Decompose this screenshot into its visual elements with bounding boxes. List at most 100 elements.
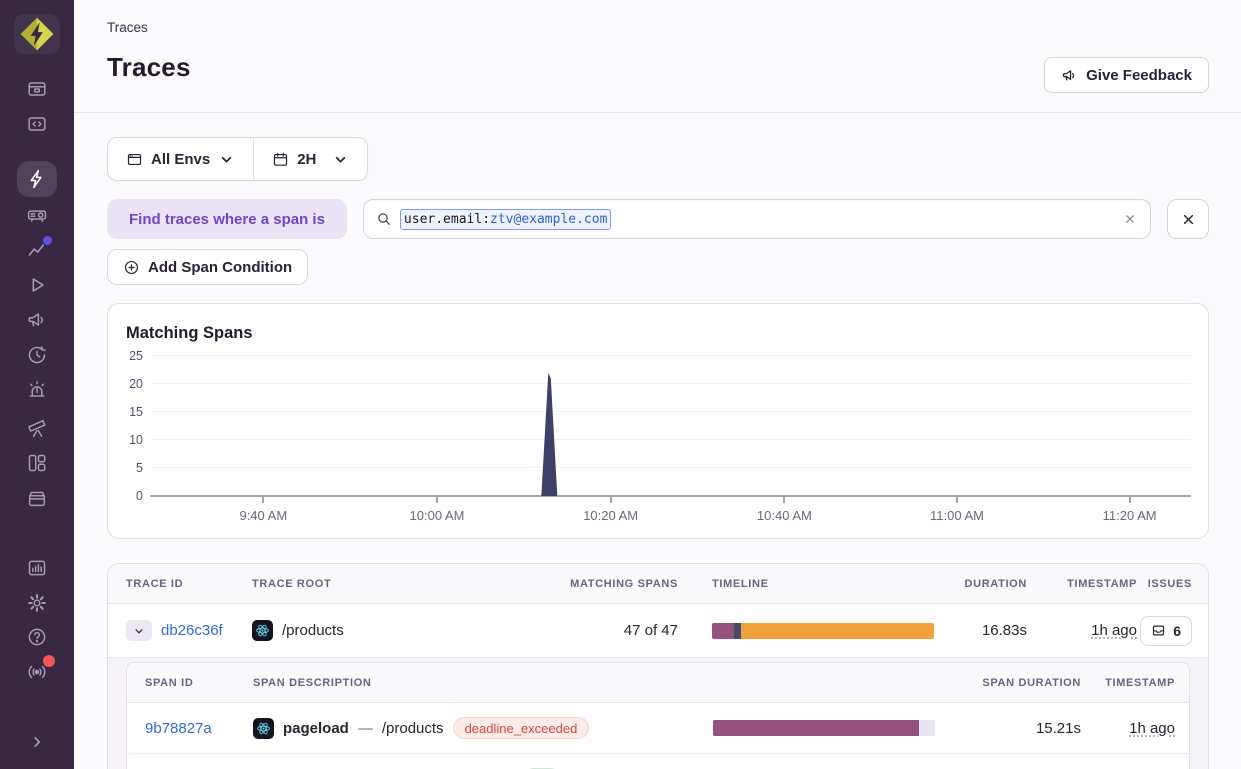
span-row: 9b78827a pageload — /products deadline_e… bbox=[127, 703, 1189, 754]
chevron-down-icon bbox=[332, 151, 349, 168]
siren-icon[interactable] bbox=[17, 373, 57, 407]
col-matching-spans: MATCHING SPANS bbox=[552, 578, 712, 590]
chevron-down-icon bbox=[218, 151, 235, 168]
breadcrumb[interactable]: Traces bbox=[107, 20, 1209, 35]
layout-grid-icon[interactable] bbox=[17, 446, 57, 480]
help-icon[interactable] bbox=[17, 620, 57, 654]
x-axis-label: 10:00 AM bbox=[410, 508, 465, 523]
give-feedback-button[interactable]: Give Feedback bbox=[1044, 57, 1209, 93]
col-span-timestamp: TIMESTAMP bbox=[1081, 677, 1175, 689]
span-timestamp[interactable]: 1h ago bbox=[1129, 720, 1175, 737]
bar-chart-icon[interactable] bbox=[17, 551, 57, 585]
react-platform-icon bbox=[253, 718, 274, 739]
clock-history-icon[interactable] bbox=[17, 338, 57, 372]
matching-spans-spike bbox=[151, 356, 1191, 496]
span-table-header: SPAN ID SPAN DESCRIPTION SPAN DURATION T… bbox=[127, 663, 1189, 703]
gear-icon[interactable] bbox=[17, 586, 57, 620]
page-filter-bar: All Envs 2H bbox=[107, 137, 368, 181]
react-platform-icon bbox=[252, 620, 273, 641]
x-axis-label: 9:40 AM bbox=[239, 508, 287, 523]
collapse-trace-button[interactable] bbox=[126, 620, 152, 641]
time-range-selector[interactable]: 2H bbox=[254, 138, 367, 180]
play-icon[interactable] bbox=[17, 268, 57, 302]
trace-duration: 16.83s bbox=[952, 622, 1027, 639]
archive-box-icon[interactable] bbox=[17, 481, 57, 515]
clear-search-icon[interactable] bbox=[1122, 211, 1138, 227]
projector-icon[interactable] bbox=[17, 198, 57, 232]
span-query-builder: Find traces where a span is user.email:z… bbox=[107, 199, 1209, 239]
add-span-condition-button[interactable]: Add Span Condition bbox=[107, 249, 308, 285]
span-duration: 15.21s bbox=[953, 720, 1081, 737]
trace-root-label: /products bbox=[282, 622, 344, 639]
trace-issues-button[interactable]: 6 bbox=[1140, 616, 1192, 646]
megaphone-icon bbox=[1061, 67, 1078, 84]
chart-plot: 05101520259:40 AM10:00 AM10:20 AM10:40 A… bbox=[151, 356, 1191, 496]
span-search-input[interactable]: user.email:ztv@example.com bbox=[363, 199, 1151, 239]
circled-plus-icon bbox=[123, 259, 140, 276]
environment-selector[interactable]: All Envs bbox=[108, 138, 253, 180]
col-trace-id: TRACE ID bbox=[126, 578, 252, 590]
y-axis-label: 15 bbox=[129, 405, 143, 419]
y-axis-label: 20 bbox=[129, 377, 143, 391]
telescope-icon[interactable] bbox=[17, 411, 57, 445]
chart-insights-icon[interactable] bbox=[17, 233, 57, 267]
col-issues: ISSUES bbox=[1137, 578, 1192, 590]
search-icon bbox=[376, 211, 392, 227]
sentry-logo[interactable] bbox=[14, 14, 60, 54]
span-id-link[interactable]: 9b78827a bbox=[145, 720, 212, 737]
y-axis-label: 25 bbox=[129, 349, 143, 363]
token-value: ztv@example.com bbox=[490, 212, 607, 227]
window-icon bbox=[126, 151, 143, 168]
y-axis-label: 10 bbox=[129, 433, 143, 447]
span-op: pageload bbox=[283, 720, 349, 737]
give-feedback-label: Give Feedback bbox=[1086, 67, 1192, 84]
close-icon bbox=[1180, 211, 1197, 228]
y-axis-label: 5 bbox=[136, 461, 143, 475]
add-span-condition-label: Add Span Condition bbox=[148, 259, 292, 276]
broadcast-notification-dot bbox=[43, 655, 55, 667]
matching-spans-count: 47 of 47 bbox=[552, 622, 712, 639]
y-axis-label: 0 bbox=[136, 489, 143, 503]
x-axis-label: 11:00 AM bbox=[930, 508, 984, 523]
span-timeline-bar bbox=[713, 720, 935, 736]
query-where-label: Find traces where a span is bbox=[107, 199, 347, 239]
trace-id-link[interactable]: db26c36f bbox=[161, 622, 223, 639]
search-filter-token[interactable]: user.email:ztv@example.com bbox=[400, 209, 612, 230]
issues-icon bbox=[1151, 623, 1166, 638]
col-timeline: TIMELINE bbox=[712, 578, 952, 590]
span-status-badge: deadline_exceeded bbox=[453, 717, 590, 739]
broadcast-icon[interactable] bbox=[17, 655, 57, 689]
time-range-label: 2H bbox=[297, 151, 316, 168]
trace-table: TRACE ID TRACE ROOT MATCHING SPANS TIMEL… bbox=[107, 563, 1209, 769]
trace-timeline-bar bbox=[712, 623, 934, 639]
environment-label: All Envs bbox=[151, 151, 210, 168]
lightning-icon[interactable] bbox=[17, 161, 57, 197]
chevron-down-icon bbox=[132, 624, 146, 638]
col-span-description: SPAN DESCRIPTION bbox=[253, 677, 713, 689]
x-axis-label: 11:20 AM bbox=[1103, 508, 1157, 523]
megaphone-icon[interactable] bbox=[17, 303, 57, 337]
x-axis-label: 10:40 AM bbox=[757, 508, 812, 523]
matching-spans-panel: Matching Spans 05101520259:40 AM10:00 AM… bbox=[107, 303, 1209, 539]
main-content: Traces Traces Give Feedback All Envs 2H … bbox=[74, 0, 1241, 769]
chart-title: Matching Spans bbox=[108, 304, 1208, 343]
trace-row: db26c36f /products 47 of 47 16.83s 1h ag… bbox=[108, 604, 1208, 657]
col-duration: DURATION bbox=[952, 578, 1027, 590]
remove-condition-button[interactable] bbox=[1167, 199, 1209, 239]
expand-chevron-icon[interactable] bbox=[17, 725, 57, 759]
trace-expanded-region: SPAN ID SPAN DESCRIPTION SPAN DURATION T… bbox=[108, 657, 1208, 769]
insights-notification-dot bbox=[43, 236, 52, 245]
token-key: user.email: bbox=[404, 212, 490, 227]
col-span-id: SPAN ID bbox=[145, 677, 253, 689]
x-axis-label: 10:20 AM bbox=[583, 508, 638, 523]
issues-count: 6 bbox=[1173, 623, 1181, 639]
calendar-icon bbox=[272, 151, 289, 168]
col-timestamp: TIMESTAMP bbox=[1027, 578, 1137, 590]
dash-separator: — bbox=[358, 720, 373, 737]
col-span-duration: SPAN DURATION bbox=[953, 677, 1081, 689]
code-project-icon[interactable] bbox=[17, 107, 57, 141]
span-table: SPAN ID SPAN DESCRIPTION SPAN DURATION T… bbox=[126, 662, 1190, 769]
trace-timestamp[interactable]: 1h ago bbox=[1091, 622, 1137, 639]
trace-table-header: TRACE ID TRACE ROOT MATCHING SPANS TIMEL… bbox=[108, 564, 1208, 604]
inbox-icon[interactable] bbox=[17, 72, 57, 106]
